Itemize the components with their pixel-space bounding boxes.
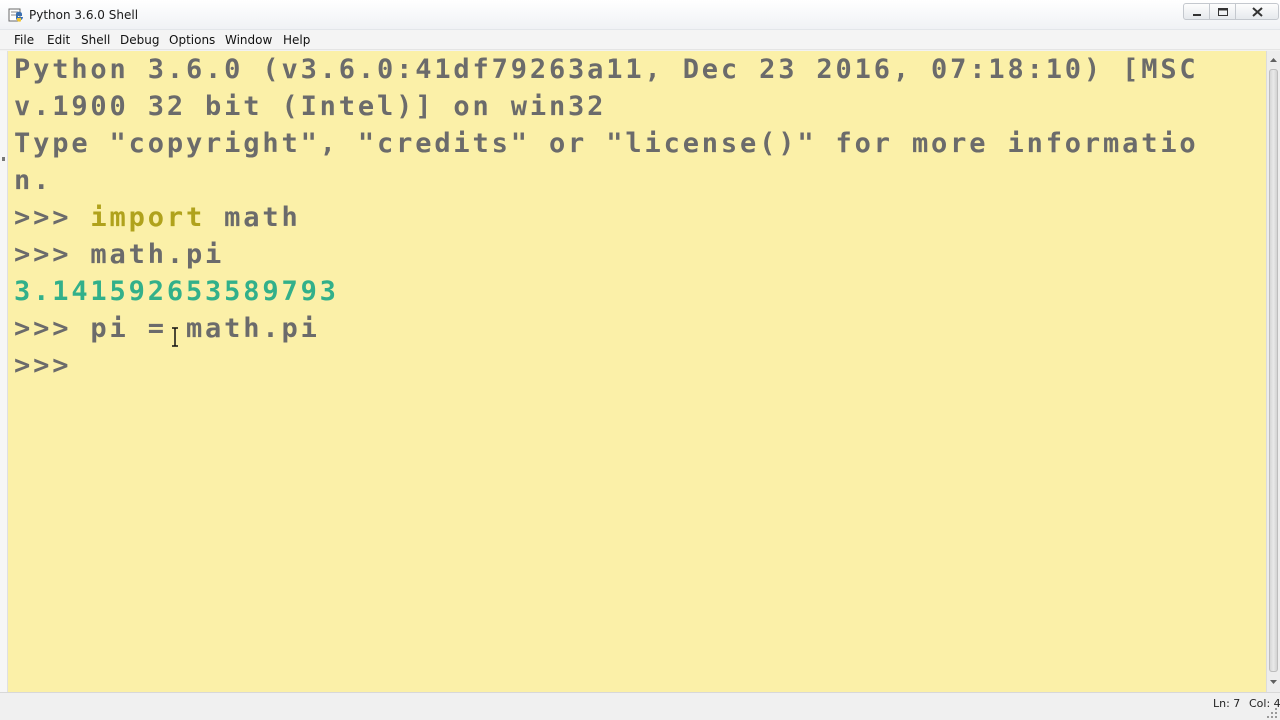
shell-input-line: >>> import math <box>14 199 301 236</box>
code-token: math <box>205 202 301 233</box>
scroll-down-arrow-icon[interactable] <box>1268 675 1279 689</box>
scroll-thumb[interactable] <box>1269 69 1278 672</box>
banner-line: Python 3.6.0 (v3.6.0:41df79263a11, Dec 2… <box>14 54 1199 85</box>
banner-line: v.1900 32 bit (Intel)] on win32 <box>14 91 607 122</box>
shell-input-line: >>> math.pi <box>14 236 224 273</box>
maximize-icon <box>1218 8 1228 16</box>
code-token: pi = math.pi <box>90 313 320 344</box>
shell-prompt: >>> <box>14 313 91 344</box>
vertical-scrollbar[interactable] <box>1266 51 1280 692</box>
shell-prompt: >>> <box>14 202 91 233</box>
menu-window[interactable]: Window <box>225 32 272 48</box>
minimize-icon <box>1193 14 1201 16</box>
maximize-button[interactable] <box>1209 3 1236 20</box>
window-title: Python 3.6.0 Shell <box>29 8 139 22</box>
gutter-marker <box>2 157 5 161</box>
shell-text-area[interactable]: Python 3.6.0 (v3.6.0:41df79263a11, Dec 2… <box>8 51 1266 692</box>
status-line-number: Ln: 7 <box>1213 697 1241 710</box>
close-button[interactable] <box>1235 3 1279 20</box>
shell-prompt: >>> <box>14 350 91 381</box>
close-icon <box>1252 7 1263 17</box>
left-gutter <box>0 51 8 692</box>
banner-line: Type "copyright", "credits" or "license(… <box>14 128 1199 159</box>
shell-input-line: >>> pi = math.pi <box>14 310 320 347</box>
minimize-button[interactable] <box>1183 3 1210 20</box>
scroll-up-arrow-icon[interactable] <box>1268 53 1279 67</box>
banner-line: n. <box>14 165 53 196</box>
ibeam-cursor-icon <box>172 327 178 347</box>
shell-active-prompt-line[interactable]: >>> <box>14 347 90 384</box>
python-idle-icon <box>8 7 24 23</box>
code-token: math.pi <box>90 239 225 270</box>
shell-output-line: 3.141592653589793 <box>14 276 339 307</box>
menu-options[interactable]: Options <box>169 32 215 48</box>
menu-help[interactable]: Help <box>283 32 310 48</box>
status-bar: Ln: 7 Col: 4 <box>0 692 1280 720</box>
menu-file[interactable]: File <box>14 32 34 48</box>
title-bar[interactable]: Python 3.6.0 Shell <box>0 0 1280 30</box>
keyword-token: import <box>90 202 206 233</box>
menu-debug[interactable]: Debug <box>120 32 159 48</box>
menu-bar: File Edit Shell Debug Options Window Hel… <box>0 30 1280 50</box>
menu-shell[interactable]: Shell <box>81 32 110 48</box>
shell-prompt: >>> <box>14 239 91 270</box>
resize-grip-icon[interactable] <box>1266 707 1278 719</box>
menu-edit[interactable]: Edit <box>47 32 70 48</box>
python-shell-window: Python 3.6.0 Shell File Edit Shell Debug… <box>0 0 1280 720</box>
